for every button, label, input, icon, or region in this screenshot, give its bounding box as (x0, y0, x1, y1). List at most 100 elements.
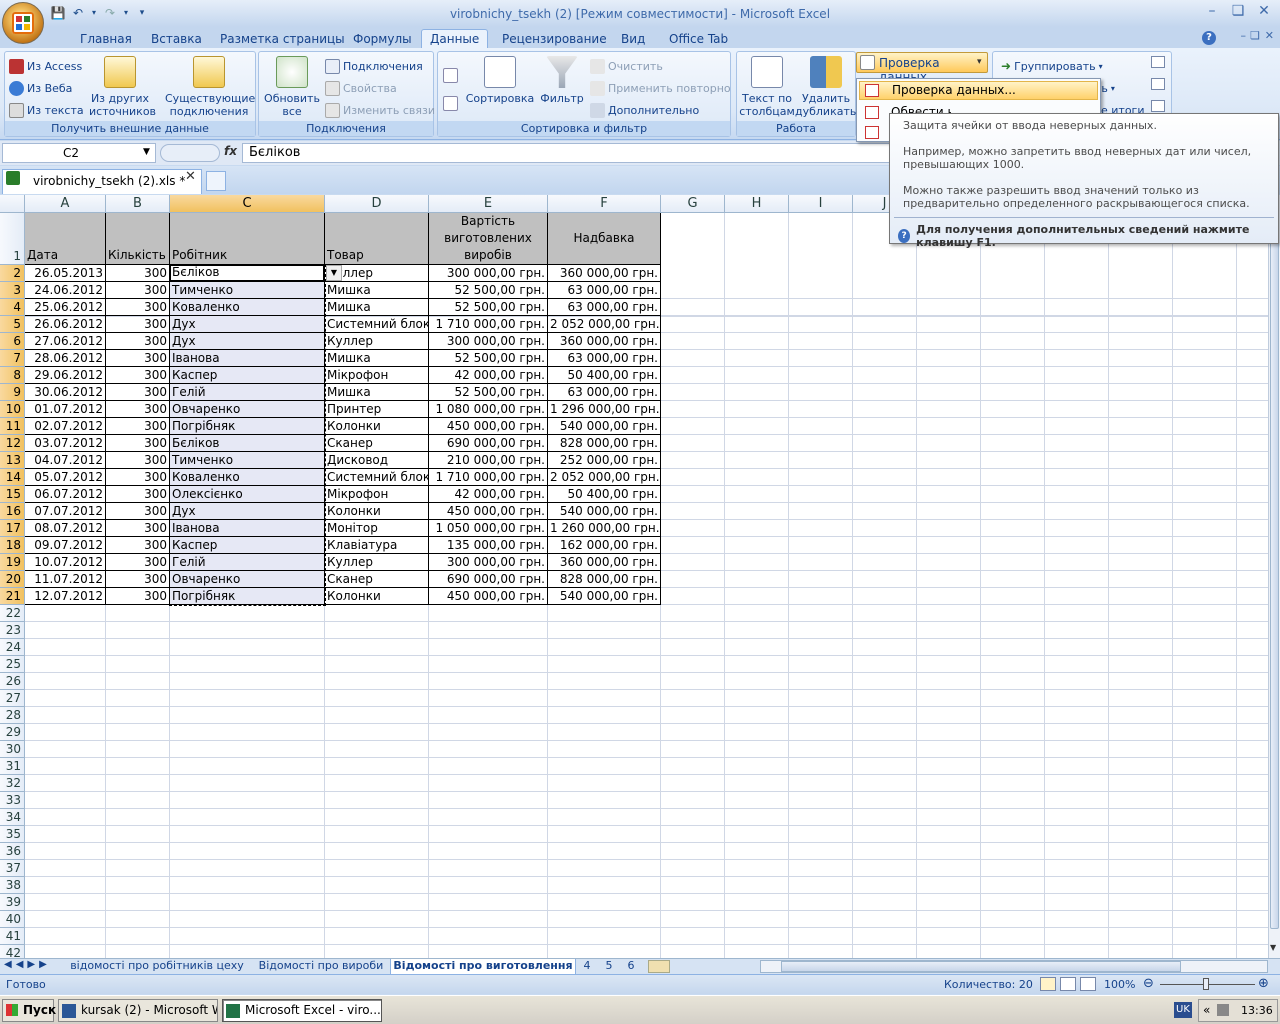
cell[interactable]: 42 000,00 грн. (429, 486, 548, 503)
taskbar-word[interactable]: kursak (2) - Microsoft Word (58, 999, 218, 1022)
cell[interactable]: Мікрофон (325, 367, 429, 384)
cell[interactable]: 52 500,00 грн. (429, 350, 548, 367)
row-header[interactable]: 30 (0, 741, 25, 758)
cell[interactable]: 300 (106, 282, 170, 299)
filter-button[interactable]: Фильтр (540, 56, 584, 105)
cell[interactable]: Іванова (170, 520, 325, 537)
cell[interactable]: Системний блок (325, 469, 429, 486)
cell[interactable]: 300 (106, 588, 170, 605)
hide-detail-icon[interactable] (1151, 78, 1165, 90)
cell[interactable]: 50 400,00 грн. (548, 486, 661, 503)
row-header[interactable]: 11 (0, 418, 25, 435)
header-cell-a[interactable]: Дата (25, 213, 106, 265)
cell[interactable]: 300 000,00 грн. (429, 554, 548, 571)
cell[interactable]: 03.07.2012 (25, 435, 106, 452)
cell[interactable]: 24.06.2012 (25, 282, 106, 299)
cell[interactable]: Сканер (325, 571, 429, 588)
cell[interactable]: 162 000,00 грн. (548, 537, 661, 554)
cell[interactable]: 1 710 000,00 грн. (429, 316, 548, 333)
volume-icon[interactable] (1217, 1004, 1229, 1016)
header-cell-f[interactable]: Надбавка (548, 213, 661, 265)
tab-data[interactable]: Данные (421, 29, 489, 50)
cell[interactable]: 28.06.2012 (25, 350, 106, 367)
row-header[interactable]: 29 (0, 724, 25, 741)
row-header[interactable]: 40 (0, 911, 25, 928)
cell[interactable]: Погрібняк (170, 588, 325, 605)
cell[interactable]: 450 000,00 грн. (429, 418, 548, 435)
cell[interactable]: Гелій (170, 554, 325, 571)
cell[interactable]: 360 000,00 грн. (548, 333, 661, 350)
cell[interactable]: Тимченко (170, 282, 325, 299)
cell[interactable]: 63 000,00 грн. (548, 282, 661, 299)
tray-expand-icon[interactable]: « (1203, 1003, 1210, 1017)
tab-office-tab[interactable]: Office Tab (661, 30, 736, 49)
chevron-down-icon[interactable]: ▼ (143, 147, 150, 157)
cell[interactable]: Колонки (325, 418, 429, 435)
cell[interactable]: Дух (170, 316, 325, 333)
cell[interactable]: 1 710 000,00 грн. (429, 469, 548, 486)
cell[interactable]: 25.06.2012 (25, 299, 106, 316)
cell[interactable]: 42 000,00 грн. (429, 367, 548, 384)
new-document-icon[interactable] (206, 171, 226, 191)
cell[interactable]: 12.07.2012 (25, 588, 106, 605)
connections-button[interactable]: Подключения (325, 57, 423, 75)
cell[interactable]: Іванова (170, 350, 325, 367)
cell[interactable]: 30.06.2012 (25, 384, 106, 401)
cell[interactable]: Овчаренко (170, 571, 325, 588)
formula-bar-expand[interactable] (160, 144, 220, 162)
cell[interactable]: 08.07.2012 (25, 520, 106, 537)
row-header[interactable]: 33 (0, 792, 25, 809)
row-header[interactable]: 28 (0, 707, 25, 724)
cell[interactable]: 26.06.2012 (25, 316, 106, 333)
row-header[interactable]: 24 (0, 639, 25, 656)
cell[interactable]: 01.07.2012 (25, 401, 106, 418)
scroll-thumb[interactable] (1270, 209, 1279, 929)
column-header[interactable]: I (789, 195, 853, 213)
cell[interactable]: 450 000,00 грн. (429, 588, 548, 605)
from-text-button[interactable]: Из текста (9, 101, 84, 119)
cell[interactable]: 540 000,00 грн. (548, 418, 661, 435)
cell[interactable]: 1 080 000,00 грн. (429, 401, 548, 418)
sort-button[interactable]: Сортировка (464, 56, 536, 105)
tab-page-layout[interactable]: Разметка страницы (212, 30, 353, 49)
column-header[interactable]: A (25, 195, 106, 213)
row-header[interactable]: 13 (0, 452, 25, 469)
cell[interactable]: Коваленко (170, 469, 325, 486)
cell[interactable]: 07.07.2012 (25, 503, 106, 520)
existing-connections-button[interactable]: Существующие подключения (165, 56, 255, 118)
insert-sheet-icon[interactable] (648, 960, 670, 973)
column-header[interactable]: B (106, 195, 170, 213)
row-header[interactable]: 2 (0, 265, 25, 282)
cell[interactable]: Колонки (325, 503, 429, 520)
active-cell[interactable]: Бєліков (169, 264, 325, 282)
clear-filter-button[interactable]: Очистить (590, 57, 663, 75)
tab-home[interactable]: Главная (72, 30, 140, 49)
select-all-corner[interactable] (0, 195, 25, 213)
row-header[interactable]: 31 (0, 758, 25, 775)
row-header[interactable]: 26 (0, 673, 25, 690)
horizontal-scrollbar[interactable] (760, 960, 1268, 973)
cell[interactable]: 1 296 000,00 грн. (548, 401, 661, 418)
cell[interactable]: 52 500,00 грн. (429, 299, 548, 316)
cell[interactable]: 2 052 000,00 грн. (548, 469, 661, 486)
column-header[interactable]: D (325, 195, 429, 213)
tab-formulas[interactable]: Формулы (345, 30, 420, 49)
cell[interactable]: 300 000,00 грн. (429, 333, 548, 350)
cell[interactable]: 300 (106, 435, 170, 452)
cell[interactable]: 540 000,00 грн. (548, 503, 661, 520)
cell[interactable]: Мишка (325, 299, 429, 316)
row-header[interactable]: 7 (0, 350, 25, 367)
properties-button[interactable]: Свойства (325, 79, 397, 97)
restore-icon[interactable]: ❏ (1226, 2, 1250, 22)
name-box[interactable]: C2 (2, 143, 156, 163)
cell[interactable]: Каспер (170, 367, 325, 384)
cell[interactable]: 828 000,00 грн. (548, 435, 661, 452)
cell[interactable]: Олексієнко (170, 486, 325, 503)
ribbon-restore-icon[interactable]: ❏ (1250, 29, 1260, 42)
cell[interactable]: Дух (170, 333, 325, 350)
column-header[interactable]: C (170, 195, 325, 213)
cell[interactable]: 52 500,00 грн. (429, 282, 548, 299)
page-layout-view-icon[interactable] (1060, 977, 1076, 991)
cell[interactable]: Дисковод (325, 452, 429, 469)
cell[interactable]: Бєліков (170, 435, 325, 452)
